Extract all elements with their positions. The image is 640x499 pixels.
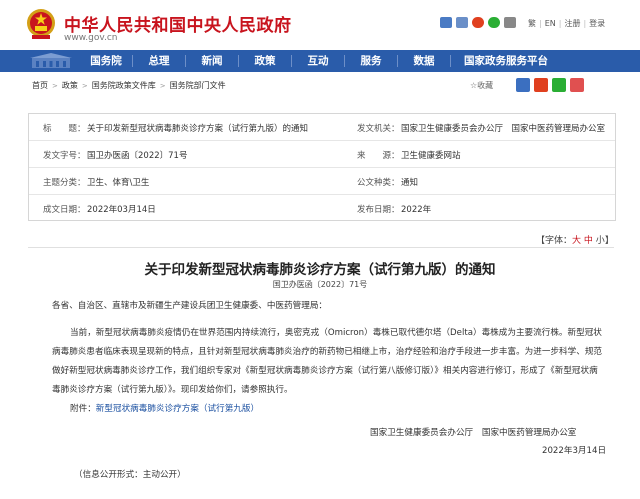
link-traditional[interactable]: 繁 — [528, 19, 536, 28]
meta-pubdate-label: 发布日期： — [357, 205, 400, 215]
meta-title-value: 关于印发新型冠状病毒肺炎诊疗方案（试行第九版）的通知 — [87, 124, 309, 134]
nav-item-news[interactable]: 新闻 — [186, 50, 238, 72]
meta-docno-value: 国卫办医函〔2022〕71号 — [87, 151, 188, 161]
document-number: 国卫办医函〔2022〕71号 — [272, 280, 368, 289]
meta-topic-label: 主题分类： — [43, 178, 86, 188]
attachment-label: 附件： — [70, 404, 96, 414]
nav-item-interaction[interactable]: 互动 — [292, 50, 344, 72]
meta-source-label: 来 源： — [357, 151, 400, 161]
nav-item-premier[interactable]: 总理 — [133, 50, 185, 72]
favorite-button[interactable]: ☆收藏 — [470, 80, 493, 91]
link-register[interactable]: 注册 — [564, 19, 580, 28]
meta-docno-label: 发文字号： — [43, 151, 86, 161]
document-metadata-table: 标 题： 关于印发新型冠状病毒肺炎诊疗方案（试行第九版）的通知 发文机关： 国家… — [28, 113, 616, 221]
mail-icon[interactable] — [440, 17, 452, 28]
app-icon[interactable] — [504, 17, 516, 28]
weibo-icon[interactable] — [472, 17, 484, 28]
qzone-share-icon[interactable] — [570, 78, 584, 92]
meta-row: 标 题： 关于印发新型冠状病毒肺炎诊疗方案（试行第九版）的通知 发文机关： 国家… — [29, 114, 615, 141]
document-salutation: 各省、自治区、直辖市及新疆生产建设兵团卫生健康委、中医药管理局： — [52, 301, 328, 311]
nav-item-data[interactable]: 数据 — [398, 50, 450, 72]
meta-type-value: 通知 — [401, 178, 419, 188]
link-english[interactable]: EN — [545, 19, 556, 28]
breadcrumb-department-docs[interactable]: 国务院部门文件 — [170, 81, 226, 90]
breadcrumb-policy-library[interactable]: 国务院政策文件库 — [92, 81, 156, 90]
font-size-small[interactable]: 小 — [596, 236, 605, 246]
breadcrumb-policy[interactable]: 政策 — [62, 81, 78, 90]
site-header: 中华人民共和国中央人民政府 www.gov.cn 繁 | EN | 注册 | 登录 — [0, 0, 640, 50]
home-building-icon[interactable] — [28, 50, 74, 72]
document-body: 当前，新型冠状病毒肺炎疫情仍在世界范围内持续流行，奥密克戎（Omicron）毒株… — [52, 328, 603, 395]
nav-item-state-council[interactable]: 国务院 — [80, 50, 132, 72]
chevron-right-icon: > — [52, 82, 58, 90]
meta-issuer-label: 发文机关： — [357, 124, 400, 134]
chevron-right-icon: > — [81, 82, 88, 90]
weibo-share-icon[interactable] — [534, 78, 548, 92]
breadcrumb-home[interactable]: 首页 — [32, 81, 48, 90]
main-nav: 国务院 总理 新闻 政策 互动 服务 数据 国家政务服务平台 — [0, 50, 640, 72]
document-signature: 国家卫生健康委员会办公厅 国家中医药管理局办公室 — [370, 428, 577, 438]
nav-item-service-platform[interactable]: 国家政务服务平台 — [451, 50, 561, 72]
divider — [28, 247, 614, 248]
national-emblem-icon[interactable] — [26, 8, 56, 40]
tablet-icon[interactable] — [456, 17, 468, 28]
meta-type-label: 公文种类： — [357, 178, 400, 188]
meta-date-label: 成文日期： — [43, 205, 86, 215]
chevron-right-icon: > — [159, 82, 166, 90]
meta-row: 主题分类： 卫生、体育\卫生 公文种类： 通知 — [29, 168, 615, 195]
nav-item-policy[interactable]: 政策 — [239, 50, 291, 72]
meta-row: 成文日期： 2022年03月14日 发布日期： 2022年 — [29, 195, 615, 221]
font-size-medium[interactable]: 中 — [584, 236, 593, 246]
document-title: 关于印发新型冠状病毒肺炎诊疗方案（试行第九版）的通知 — [144, 262, 496, 278]
breadcrumb: 首页 > 政策 > 国务院政策文件库 > 国务院部门文件 — [32, 80, 226, 91]
nav-item-services[interactable]: 服务 — [345, 50, 397, 72]
meta-title-label: 标 题： — [43, 124, 86, 134]
meta-source-value: 卫生健康委网站 — [401, 151, 461, 161]
font-size-large[interactable]: 大 — [572, 236, 581, 246]
attachment-link[interactable]: 新型冠状病毒肺炎诊疗方案（试行第九版） — [96, 404, 259, 414]
wechat-share-icon[interactable] — [552, 78, 566, 92]
link-login[interactable]: 登录 — [589, 19, 605, 28]
wechat-icon[interactable] — [488, 17, 500, 28]
document-attachment: 附件：新型冠状病毒肺炎诊疗方案（试行第九版） — [70, 400, 259, 419]
meta-topic-value: 卫生、体育\卫生 — [87, 178, 150, 188]
font-size-switcher: 【字体：大 中 小】 — [536, 236, 614, 246]
site-url: www.gov.cn — [64, 33, 118, 43]
publicity-note: （信息公开形式：主动公开） — [74, 470, 186, 480]
document-sign-date: 2022年3月14日 — [542, 446, 607, 456]
meta-row: 发文字号： 国卫办医函〔2022〕71号 来 源： 卫生健康委网站 — [29, 141, 615, 168]
print-icon[interactable] — [516, 78, 530, 92]
meta-issuer-value: 国家卫生健康委员会办公厅 国家中医药管理局办公室 — [401, 124, 606, 134]
meta-date-value: 2022年03月14日 — [87, 205, 156, 215]
meta-pubdate-value: 2022年 — [401, 205, 432, 215]
top-links: 繁 | EN | 注册 | 登录 — [528, 19, 606, 28]
